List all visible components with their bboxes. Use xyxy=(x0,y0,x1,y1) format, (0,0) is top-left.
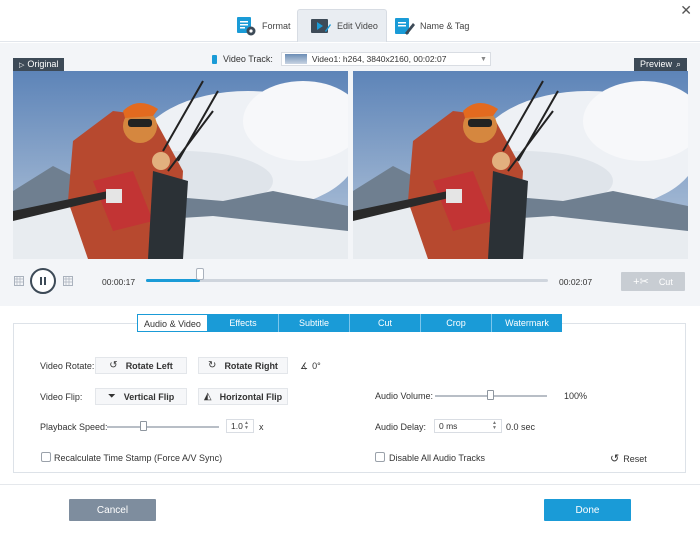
playback-speed-label: Playback Speed: xyxy=(40,422,108,432)
audio-delay-seconds: 0.0 sec xyxy=(506,422,536,432)
tab-audio-video[interactable]: Audio & Video xyxy=(137,314,208,332)
stepper-icon[interactable]: ▲ ▼ xyxy=(492,421,497,431)
cut-button[interactable]: +✂ Cut xyxy=(621,272,685,291)
audio-volume-label: Audio Volume: xyxy=(375,391,434,401)
tab-edit-video-label: Edit Video xyxy=(337,21,378,31)
tab-watermark[interactable]: Watermark xyxy=(492,314,562,332)
rotation-angle: ∡ 0° xyxy=(300,361,321,371)
video-track-value: Video1: h264, 3840x2160, 00:02:07 xyxy=(311,54,447,64)
audio-volume-value: 100% xyxy=(564,391,588,401)
edit-video-icon xyxy=(311,19,331,33)
video-rotate-label: Video Rotate: xyxy=(40,361,95,371)
horizontal-flip-button[interactable]: ◭ Horizontal Flip xyxy=(198,388,288,405)
tab-format-label: Format xyxy=(262,20,291,31)
playback-speed-unit: x xyxy=(259,422,264,432)
playback-speed-handle[interactable] xyxy=(139,421,147,431)
rotate-left-icon: ↺ xyxy=(109,360,118,371)
tab-format[interactable]: Format xyxy=(235,9,297,42)
tab-crop[interactable]: Crop xyxy=(421,314,492,332)
add-scissors-icon: +✂ xyxy=(633,276,649,288)
tab-name-tag[interactable]: Name & Tag xyxy=(393,9,473,42)
stepper-icon[interactable]: ▲ ▼ xyxy=(244,421,249,431)
video-thumbnail-icon xyxy=(284,54,307,64)
tab-subtitle[interactable]: Subtitle xyxy=(279,314,350,332)
audio-delay-input[interactable]: 0 ms ▲ ▼ xyxy=(434,419,502,433)
pause-button[interactable] xyxy=(30,268,56,294)
video-flip-label: Video Flip: xyxy=(40,392,83,402)
format-settings-icon xyxy=(237,16,256,35)
horizontal-flip-icon: ◭ xyxy=(203,391,212,402)
rotate-left-button[interactable]: ↺ Rotate Left xyxy=(95,357,187,374)
disable-audio-checkbox[interactable] xyxy=(375,452,385,462)
reset-button[interactable]: ↺ Reset xyxy=(610,452,647,465)
recalc-timestamp-label: Recalculate Time Stamp (Force A/V Sync) xyxy=(54,453,223,463)
done-button[interactable]: Done xyxy=(544,499,631,521)
prev-frame-icon[interactable] xyxy=(14,276,24,288)
playback-speed-slider[interactable] xyxy=(107,426,219,428)
pause-icon xyxy=(40,277,46,285)
reset-icon: ↺ xyxy=(610,453,620,465)
total-time: 00:02:07 xyxy=(559,277,593,287)
paraglider-image xyxy=(353,71,688,259)
tab-effects[interactable]: Effects xyxy=(208,314,279,332)
preview-label[interactable]: Preview ⌕ xyxy=(634,58,688,71)
seek-bar[interactable] xyxy=(146,279,548,282)
play-triangle-icon: ▷ xyxy=(19,62,25,69)
playback-speed-input[interactable]: 1.0 ▲ ▼ xyxy=(226,419,254,433)
video-track-row: Video Track: Video1: h264, 3840x2160, 00… xyxy=(212,52,491,66)
vertical-flip-icon: ⏷ xyxy=(107,391,116,402)
video-track-label: Video Track: xyxy=(223,54,273,64)
rotate-right-icon: ↻ xyxy=(208,360,217,371)
zoom-icon: ⌕ xyxy=(676,59,682,69)
next-frame-icon[interactable] xyxy=(63,276,73,288)
tab-cut[interactable]: Cut xyxy=(350,314,421,332)
audio-volume-handle[interactable] xyxy=(487,390,494,400)
settings-tabs: Audio & Video Effects Subtitle Cut Crop … xyxy=(137,314,562,332)
original-label: ▷ Original xyxy=(13,58,65,71)
seek-handle[interactable] xyxy=(195,268,204,280)
cancel-button[interactable]: Cancel xyxy=(69,499,156,521)
chevron-down-icon: ▼ xyxy=(479,55,487,63)
video-track-select[interactable]: Video1: h264, 3840x2160, 00:02:07 ▼ xyxy=(280,52,491,66)
preview-video-frame xyxy=(353,71,688,259)
current-time: 00:00:17 xyxy=(102,277,136,287)
tab-name-tag-label: Name & Tag xyxy=(420,20,470,31)
rotate-right-button[interactable]: ↻ Rotate Right xyxy=(198,357,288,374)
tab-edit-video[interactable]: Edit Video xyxy=(297,9,387,42)
paraglider-image xyxy=(13,71,348,259)
angle-icon: ∡ xyxy=(300,361,309,371)
name-tag-icon xyxy=(395,17,415,35)
original-video-frame xyxy=(13,71,348,259)
close-icon[interactable]: ✕ xyxy=(680,2,692,19)
disable-audio-label: Disable All Audio Tracks xyxy=(389,453,486,463)
vertical-flip-button[interactable]: ⏷ Vertical Flip xyxy=(95,388,187,405)
audio-delay-label: Audio Delay: xyxy=(375,422,427,432)
recalc-timestamp-checkbox[interactable] xyxy=(41,452,51,462)
video-track-icon xyxy=(212,54,217,64)
seek-progress xyxy=(146,279,200,282)
